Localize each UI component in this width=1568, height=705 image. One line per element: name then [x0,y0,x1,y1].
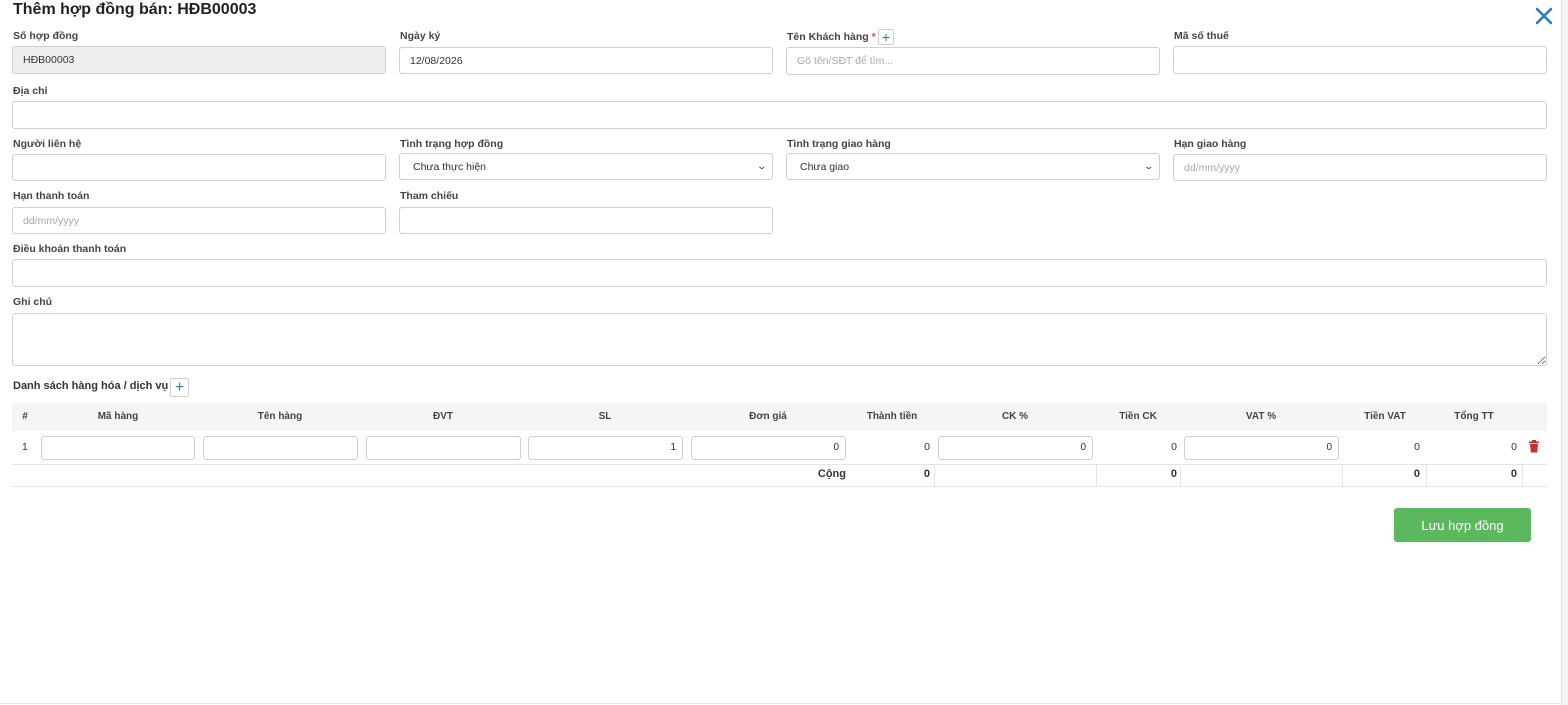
sign-date-value: 12/08/2026 [410,54,463,67]
col-header-index: # [22,411,28,422]
item-discount-amount: 0 [1171,441,1177,453]
close-icon[interactable] [1534,6,1554,26]
contract-status-label: Tình trạng hợp đồng [400,138,504,150]
notes-textarea[interactable] [12,313,1547,366]
row-index: 1 [22,441,28,453]
col-header-qty: SL [598,411,612,422]
contract-no-field: HĐB00003 [12,46,386,74]
items-section-title: Danh sách hàng hóa / dịch vụ [13,380,169,392]
item-unit-input[interactable] [366,436,521,460]
col-header-total: Tổng TT [1454,411,1494,422]
notes-label: Ghi chú [13,296,53,308]
customer-label: Tên Khách hàng * [787,31,876,43]
payment-deadline-field[interactable]: dd/mm/yyyy [12,207,386,234]
delivery-status-value: Chưa giao [800,160,850,173]
chevron-down-icon: ⌄ [1143,161,1155,171]
column-divider [1180,464,1181,486]
bottom-divider [0,703,1561,704]
totals-total: 0 [1510,468,1517,480]
totals-vat-amount: 0 [1413,468,1420,480]
delivery-status-label: Tình trạng giao hàng [787,138,891,150]
reference-label: Tham chiếu [400,190,459,202]
contract-no-value: HĐB00003 [23,54,75,66]
col-header-discount-pct: CK % [1001,411,1029,422]
delete-row-icon[interactable] [1528,440,1540,458]
table-row: 1 1 0 0 0 0 0 0 0 [12,431,1547,465]
item-total: 0 [1511,441,1517,453]
payment-deadline-label: Hạn thanh toán [13,190,90,202]
col-header-discount-amount: Tiền CK [1119,411,1157,422]
address-field[interactable] [12,101,1547,129]
item-name-input[interactable] [203,436,358,460]
add-customer-button[interactable]: + [878,29,894,45]
customer-placeholder: Gõ tên/SĐT để tìm... [797,55,894,67]
col-header-price: Đơn giá [749,411,787,422]
sign-date-field[interactable]: 12/08/2026 [399,47,773,74]
contract-status-value: Chưa thực hiện [413,160,487,173]
required-mark: * [871,31,876,43]
chevron-down-icon: ⌄ [756,161,768,171]
col-header-name: Tên hàng [257,411,303,422]
delivery-deadline-field[interactable]: dd/mm/yyyy [1173,154,1547,181]
customer-label-text: Tên Khách hàng [787,31,869,43]
totals-label: Cộng [817,468,846,480]
contact-label: Người liên hệ [13,138,82,150]
column-divider [1426,464,1427,486]
totals-row: Cộng 0 0 0 0 [12,464,1547,487]
item-vat-pct-input[interactable]: 0 [1184,436,1339,460]
item-amount: 0 [924,441,930,453]
col-header-vat-amount: Tiền VAT [1364,411,1406,422]
item-code-input[interactable] [41,436,195,460]
item-vat-amount: 0 [1414,441,1420,453]
column-divider [934,464,935,486]
contract-status-select[interactable]: Chưa thực hiện ⌄ [399,153,773,180]
payment-terms-label: Điều khoản thanh toán [13,243,127,255]
items-table-header: # Mã hàng Tên hàng ĐVT SL Đơn giá Thành … [12,403,1547,431]
totals-amount: 0 [923,468,930,480]
col-header-vat-pct: VAT % [1245,411,1277,422]
sign-date-label: Ngày ký [400,30,441,42]
contact-field[interactable] [12,154,386,181]
payment-deadline-placeholder: dd/mm/yyyy [23,214,80,227]
contract-no-label: Số hợp đồng [13,30,79,42]
reference-field[interactable] [399,207,773,234]
delivery-deadline-placeholder: dd/mm/yyyy [1184,161,1241,174]
page-title: Thêm hợp đồng bán: HĐB00003 [13,1,257,18]
item-price-input[interactable]: 0 [691,436,846,460]
item-qty-input[interactable]: 1 [528,436,683,460]
customer-search-input[interactable]: Gõ tên/SĐT để tìm... [786,47,1160,75]
address-label: Địa chỉ [13,85,48,97]
add-item-button[interactable]: + [170,378,189,397]
save-contract-button[interactable]: Lưu hợp đồng [1394,508,1531,542]
column-divider [1522,464,1523,486]
item-discount-pct-input[interactable]: 0 [938,436,1093,460]
tax-code-field[interactable] [1173,46,1547,74]
column-divider [1096,464,1097,486]
scrollbar[interactable] [1561,0,1568,705]
tax-code-label: Mã số thuế [1174,30,1229,42]
delivery-status-select[interactable]: Chưa giao ⌄ [786,153,1160,180]
col-header-amount: Thành tiền [866,411,918,422]
payment-terms-field[interactable] [12,259,1547,287]
delivery-deadline-label: Hạn giao hàng [1174,138,1247,150]
totals-discount-amount: 0 [1170,468,1177,480]
col-header-unit: ĐVT [433,411,453,422]
col-header-code: Mã hàng [97,411,139,422]
